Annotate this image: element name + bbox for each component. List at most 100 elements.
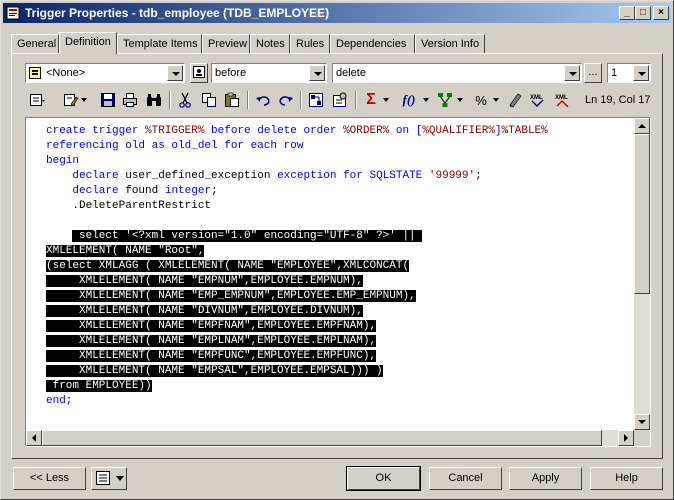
code-line[interactable]: declare user_defined_exception exception… (46, 169, 548, 184)
chevron-down-icon (383, 98, 389, 102)
code-line[interactable]: create trigger %TRIGGER% before delete o… (46, 124, 548, 139)
sigma-tool[interactable]: Σ (361, 90, 381, 110)
paste-tool[interactable] (222, 90, 242, 110)
xml-open-tool[interactable]: XML (553, 90, 573, 110)
scrollbar-corner (634, 430, 650, 446)
minimize-button[interactable]: _ (619, 6, 635, 20)
redo-tool[interactable] (276, 90, 296, 110)
window-title: Trigger Properties - tdb_employee (TDB_E… (25, 6, 330, 20)
arrow-right-icon (624, 434, 628, 442)
tab-version-info[interactable]: Version Info (415, 34, 485, 53)
code-line[interactable] (46, 214, 548, 229)
sigma-dropdown[interactable] (381, 90, 391, 110)
code-line[interactable]: XMLELEMENT( NAME "EMP_EMPNUM",EMPLOYEE.E… (46, 289, 548, 304)
trigger-event-dropdown[interactable] (564, 65, 580, 81)
tab-general[interactable]: General (11, 34, 59, 53)
property-menu-button[interactable] (91, 467, 127, 490)
template-icon (29, 67, 41, 79)
code-editor[interactable]: create trigger %TRIGGER% before delete o… (25, 117, 651, 447)
tab-dependencies[interactable]: Dependencies (330, 34, 415, 53)
order-combo[interactable]: 1 (607, 63, 651, 83)
edit-dropdown[interactable] (79, 90, 89, 110)
horizontal-scrollbar[interactable] (26, 430, 634, 446)
scroll-left-button[interactable] (26, 430, 42, 446)
edit-with-icon (509, 93, 522, 108)
scroll-down-button[interactable] (634, 414, 650, 430)
code-token: ; (475, 170, 482, 182)
undo-tool[interactable] (253, 90, 273, 110)
code-line[interactable]: XMLELEMENT( NAME "DIVNUM",EMPLOYEE.DIVNU… (46, 304, 548, 319)
tree-icon (438, 93, 452, 107)
scroll-right-button[interactable] (618, 430, 634, 446)
chevron-down-icon (493, 98, 499, 102)
trigger-event-combo[interactable]: delete (332, 63, 582, 83)
code-token: from EMPLOYEE)) (46, 380, 152, 392)
code-line[interactable]: XMLELEMENT( NAME "EMPLNAM",EMPLOYEE.EMPL… (46, 334, 548, 349)
code-line[interactable]: (select XMLAGG ( XMLELEMENT( NAME "EMPLO… (46, 259, 548, 274)
code-token: XMLELEMENT( NAME "EMP_EMPNUM",EMPLOYEE.E… (46, 290, 416, 302)
percent-dropdown[interactable] (491, 90, 501, 110)
print-tool[interactable] (120, 90, 140, 110)
ok-button[interactable]: OK (346, 466, 421, 491)
code-line[interactable]: end; (46, 394, 548, 409)
code-token: XMLELEMENT( NAME "EMPFNAM",EMPLOYEE.EMPF… (46, 320, 377, 332)
horizontal-scroll-thumb[interactable] (42, 430, 602, 446)
cut-tool[interactable] (175, 90, 195, 110)
code-token: %TRIGGER% (145, 125, 205, 137)
cancel-button[interactable]: Cancel (429, 467, 502, 490)
title-bar[interactable]: Trigger Properties - tdb_employee (TDB_E… (3, 3, 671, 23)
help-button[interactable]: Help (590, 467, 663, 490)
properties-tool[interactable] (27, 90, 47, 110)
tab-definition[interactable]: Definition (59, 32, 117, 54)
redo-icon (279, 96, 293, 106)
toolbar-separator (247, 91, 249, 109)
edit-tool[interactable] (61, 90, 81, 110)
vertical-scrollbar[interactable] (634, 118, 650, 430)
trigger-time-combo[interactable]: before (211, 63, 327, 83)
tab-preview[interactable]: Preview (202, 34, 250, 53)
save-tool[interactable] (98, 90, 118, 110)
code-token: XMLELEMENT( NAME "EMPSAL",EMPLOYEE.EMPSA… (46, 365, 383, 377)
vertical-scroll-thumb[interactable] (634, 134, 650, 294)
order-dropdown[interactable] (633, 65, 649, 81)
template-combo-dropdown[interactable] (167, 65, 183, 81)
insert-template-tool[interactable] (330, 90, 350, 110)
tab-template-items[interactable]: Template Items (117, 34, 202, 53)
close-button[interactable]: × (653, 6, 669, 20)
code-line[interactable]: from EMPLOYEE)) (46, 379, 548, 394)
find-tool[interactable] (144, 90, 164, 110)
tab-rules[interactable]: Rules (290, 34, 330, 53)
code-line[interactable]: declare found integer; (46, 184, 548, 199)
insert-item-tool[interactable] (306, 90, 326, 110)
code-line[interactable]: .DeleteParentRestrict (46, 199, 548, 214)
code-token: .DeleteParentRestrict (46, 200, 212, 212)
less-button[interactable]: << Less (13, 467, 86, 490)
code-line[interactable]: select '<?xml version="1.0" encoding="UT… (46, 229, 548, 244)
template-properties-button[interactable] (190, 63, 208, 83)
xml-tool[interactable]: XML (528, 90, 548, 110)
code-line[interactable]: XMLELEMENT( NAME "EMPSAL",EMPLOYEE.EMPSA… (46, 364, 548, 379)
chevron-down-icon (457, 98, 463, 102)
maximize-button[interactable]: □ (635, 6, 651, 20)
code-line[interactable]: XMLELEMENT( NAME "EMPFUNC",EMPLOYEE.EMPF… (46, 349, 548, 364)
apply-button[interactable]: Apply (509, 467, 582, 490)
code-line[interactable]: XMLELEMENT( NAME "EMPNUM",EMPLOYEE.EMPNU… (46, 274, 548, 289)
code-text[interactable]: create trigger %TRIGGER% before delete o… (46, 124, 548, 409)
function-dropdown[interactable] (421, 90, 431, 110)
copy-tool[interactable] (199, 90, 219, 110)
scroll-up-button[interactable] (634, 118, 650, 134)
function-tool[interactable]: f() (397, 90, 421, 110)
template-combo[interactable]: <None> (25, 63, 185, 83)
browse-events-button[interactable]: ... (584, 63, 602, 83)
percent-tool[interactable]: % (471, 90, 491, 110)
code-line[interactable]: XMLELEMENT( NAME "EMPFNAM",EMPLOYEE.EMPF… (46, 319, 548, 334)
edit-with-tool[interactable] (505, 90, 525, 110)
code-line[interactable]: XMLELEMENT( NAME "Root", (46, 244, 548, 259)
paste-icon (225, 92, 239, 107)
tree-dropdown[interactable] (455, 90, 465, 110)
code-line[interactable]: begin (46, 154, 548, 169)
tab-notes[interactable]: Notes (250, 34, 290, 53)
tree-tool[interactable] (435, 90, 455, 110)
code-line[interactable]: referencing old as old_del for each row (46, 139, 548, 154)
trigger-time-dropdown[interactable] (309, 65, 325, 81)
